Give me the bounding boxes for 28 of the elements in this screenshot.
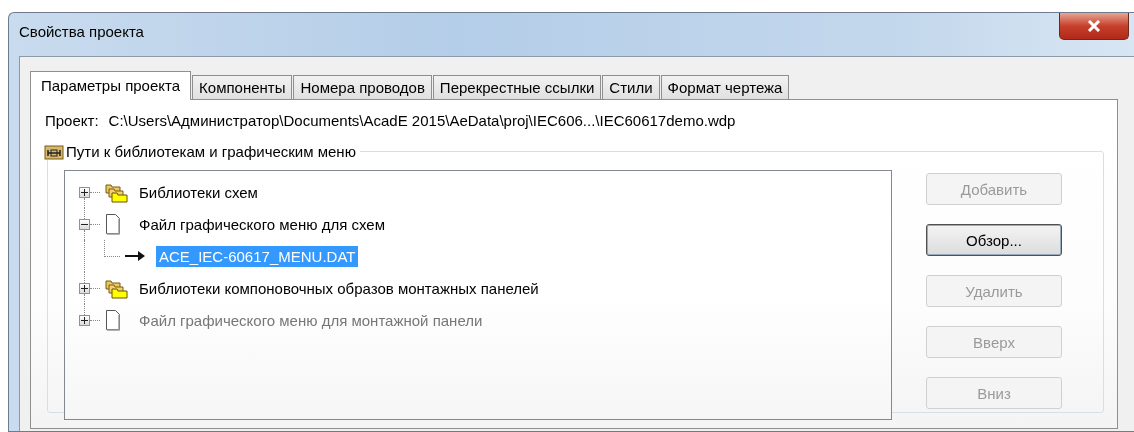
paths-icon (44, 143, 64, 160)
project-label: Проект: (45, 112, 99, 129)
plus-icon (81, 188, 88, 196)
arrow-icon (124, 249, 146, 263)
tab[interactable]: Параметры проекта (30, 71, 192, 100)
tab[interactable]: Перекрестные ссылки (432, 75, 602, 99)
action-button[interactable]: Обзор... (926, 224, 1062, 256)
file-icon (104, 309, 122, 331)
tab[interactable]: Формат чертежа (660, 75, 790, 99)
tab[interactable]: Номера проводов (293, 75, 432, 99)
tree-item[interactable]: Библиотеки схем (136, 181, 261, 203)
tab[interactable]: Стили (602, 75, 660, 99)
plus-icon (81, 284, 88, 292)
expand-toggle[interactable] (79, 186, 90, 198)
tree-item[interactable]: Файл графического меню для схем (136, 213, 388, 235)
close-button[interactable] (1059, 13, 1129, 40)
window-title: Свойства проекта (19, 23, 145, 40)
collapse-toggle[interactable] (79, 218, 90, 230)
folder-stack-icon (104, 277, 128, 299)
folder-stack-icon (104, 181, 128, 203)
tree-item[interactable]: Библиотеки компоновочных образов монтажных панелей (136, 277, 542, 299)
close-icon (1086, 20, 1102, 32)
plus-icon (81, 316, 88, 324)
expand-toggle[interactable] (79, 282, 90, 294)
group-title: Пути к библиотекам и графическим меню (66, 143, 356, 160)
tab[interactable]: Компоненты (192, 75, 293, 99)
project-path: C:\Users\Администратор\Documents\AcadE 2015\AeData\proj\IEC606...\IEC60617demo.wdp (108, 112, 736, 129)
file-icon (104, 213, 122, 235)
